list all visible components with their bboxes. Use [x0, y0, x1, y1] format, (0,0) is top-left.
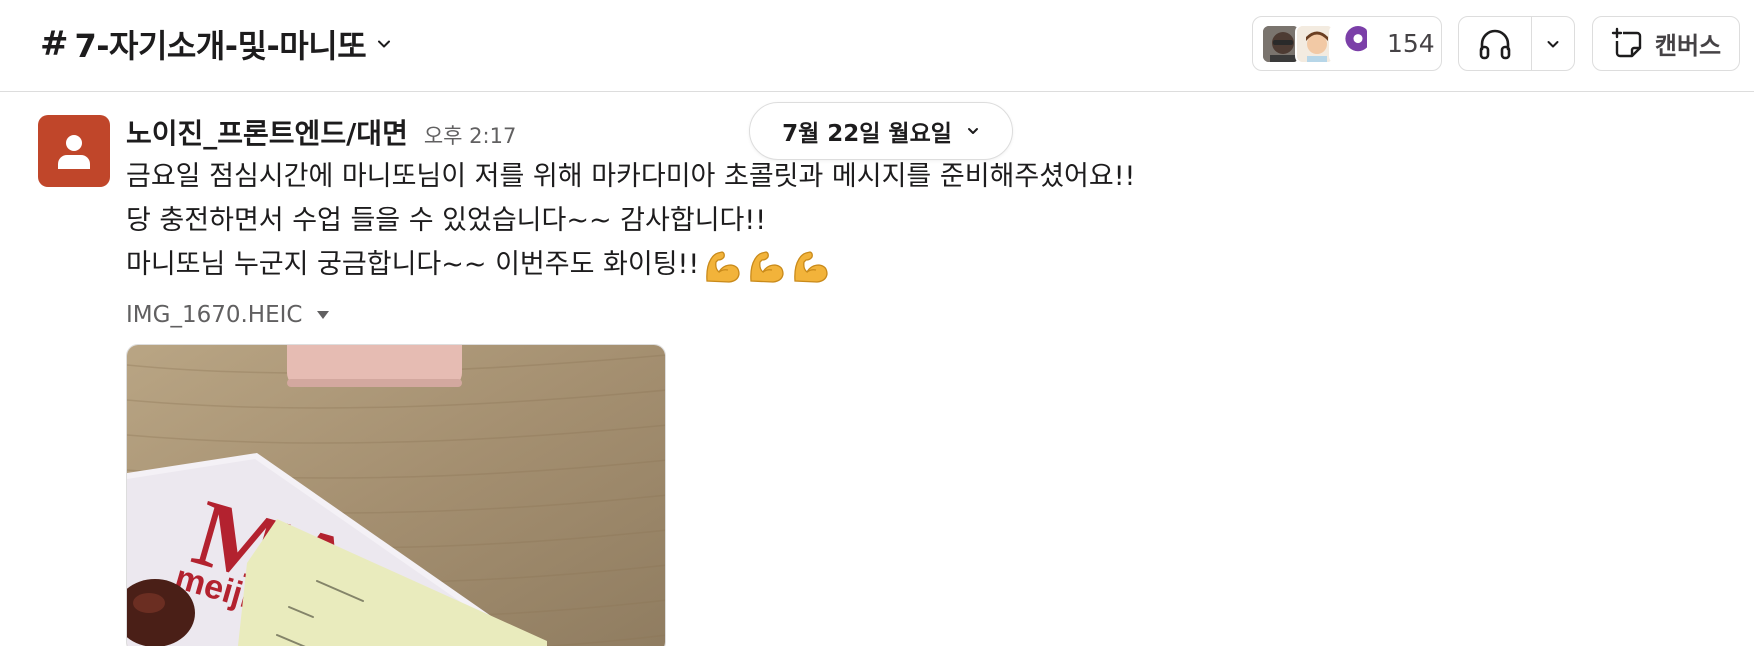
date-divider-button[interactable]: 7월 22일 월요일 [749, 102, 1013, 160]
channel-name-button[interactable]: # 7-자기소개-및-마니또 [40, 22, 392, 66]
file-name: IMG_1670.HEIC [126, 302, 303, 328]
message-line-with-emoji: 마니또님 누군지 궁금합니다~~ 이번주도 화이팅!! [126, 243, 1135, 287]
message-line: 금요일 점심시간에 마니또님이 저를 위해 마카다미아 초콜릿과 메시지를 준비… [126, 161, 1136, 192]
channel-name: 7-자기소개-및-마니또 [74, 27, 367, 65]
headphones-icon [1479, 29, 1511, 59]
date-divider-label: 7월 22일 월요일 [782, 121, 952, 147]
message-header: 노이진_프론트엔드/대면 오후 2:17 [126, 112, 516, 152]
flexed-biceps-icon [706, 250, 740, 283]
chevron-down-icon [1547, 40, 1559, 47]
huddle-options-button[interactable] [1532, 17, 1574, 70]
members-button[interactable]: 154 [1252, 16, 1442, 71]
member-count: 154 [1387, 29, 1435, 58]
channel-header: # 7-자기소개-및-마니또 154 캔버스 [0, 0, 1754, 92]
sender-name[interactable]: 노이진_프론트엔드/대면 [126, 112, 408, 152]
message-body: 금요일 점심시간에 마니또님이 저를 위해 마카다미아 초콜릿과 메시지를 준비… [126, 155, 1135, 287]
channel-hash: # [40, 24, 69, 64]
canvas-button[interactable]: 캔버스 [1592, 16, 1740, 71]
chevron-down-icon [378, 40, 391, 48]
message-line: 당 충전하면서 수업 들을 수 있었습니다~~ 감사합니다!! [126, 205, 767, 236]
sender-avatar[interactable] [38, 115, 110, 187]
user-icon [58, 135, 90, 169]
member-avatar [1329, 23, 1369, 64]
image-attachment[interactable]: MA meiji [126, 344, 666, 646]
flexed-biceps-icon [750, 250, 784, 283]
caret-down-icon [317, 311, 330, 319]
huddle-control [1458, 16, 1575, 71]
canvas-add-icon [1611, 27, 1642, 57]
emoji-group [701, 245, 831, 287]
message-timestamp[interactable]: 오후 2:17 [424, 120, 516, 150]
file-toggle[interactable]: IMG_1670.HEIC [126, 298, 330, 332]
attachment-photo: MA meiji [127, 345, 665, 646]
huddle-button[interactable] [1459, 17, 1532, 70]
canvas-label: 캔버스 [1654, 32, 1722, 60]
flexed-biceps-icon [794, 250, 828, 283]
chevron-down-icon [967, 128, 978, 134]
message-line: 마니또님 누군지 궁금합니다~~ 이번주도 화이팅!! [126, 249, 700, 280]
